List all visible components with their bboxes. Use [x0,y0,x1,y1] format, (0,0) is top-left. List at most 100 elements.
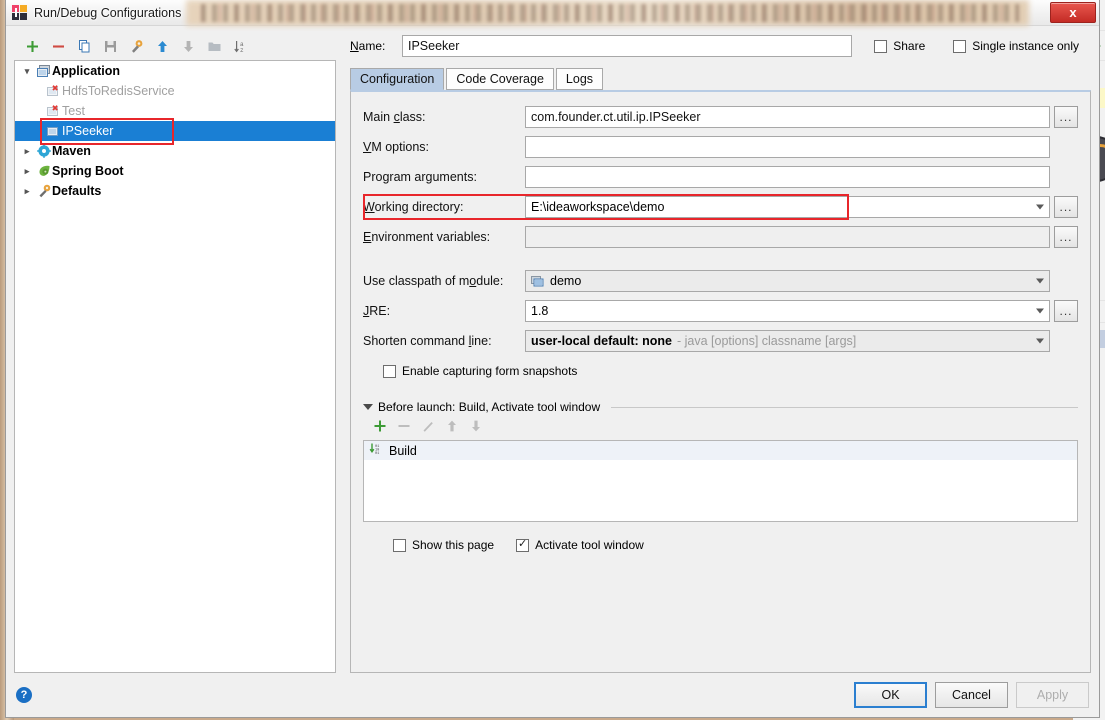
sort-configurations-button[interactable]: a z [228,35,252,57]
move-down-button[interactable] [176,35,200,57]
add-configuration-button[interactable] [20,35,44,57]
name-row: Name: IPSeeker Share Single instance onl… [350,32,1091,60]
program-arguments-input[interactable] [525,166,1050,188]
tree-node-label: Spring Boot [52,164,124,178]
dialog-footer: ? OK Cancel Apply [6,673,1099,717]
jre-value: 1.8 [531,304,549,318]
remove-configuration-button[interactable] [46,35,70,57]
vm-options-input[interactable] [525,136,1050,158]
move-up-button[interactable] [150,35,174,57]
before-launch-task-item[interactable]: 01 10 01 Build [364,441,1077,460]
dialog-title-bar: Run/Debug Configurations x [6,0,1099,26]
activate-tool-window-checkbox[interactable]: Activate tool window [516,538,644,552]
shorten-command-line-combo[interactable]: user-local default: none - java [options… [525,330,1050,352]
copy-configuration-button[interactable] [72,35,96,57]
svg-text:z: z [240,47,244,54]
tree-node-test[interactable]: Test [15,101,335,121]
show-this-page-box[interactable] [393,538,406,552]
expand-icon[interactable]: ▸ [19,146,35,157]
working-directory-input[interactable]: E:\ideaworkspace\demo [525,196,1050,218]
collapse-icon[interactable]: ▾ [19,66,35,77]
environment-variables-browse-button[interactable]: ... [1054,226,1078,248]
tab-configuration[interactable]: Configuration [350,68,445,90]
share-checkbox[interactable]: Share [874,39,925,53]
enable-capturing-form-snapshots-box[interactable] [383,364,396,378]
ok-button[interactable]: OK [854,682,927,708]
show-this-page-checkbox[interactable]: Show this page [393,538,494,552]
run-debug-configurations-dialog: Run/Debug Configurations x a z ▾ Applica… [5,0,1100,718]
tab-logs[interactable]: Logs [555,68,604,90]
svg-text:01: 01 [375,452,379,455]
working-directory-browse-button[interactable]: ... [1054,196,1078,218]
module-icon [531,275,544,287]
before-launch-header: Before launch: Build, Activate tool wind… [363,400,1078,414]
main-class-browse-button[interactable]: ... [1054,106,1078,128]
new-folder-button[interactable] [202,35,226,57]
tree-node-label: HdfsToRedisService [62,84,175,98]
cancel-button[interactable]: Cancel [935,682,1008,708]
tree-node-application[interactable]: ▾ Application [15,61,335,81]
program-arguments-row: Program arguments: [363,162,1078,192]
name-input[interactable]: IPSeeker [402,35,852,57]
main-class-input[interactable]: com.founder.ct.util.ip.IPSeeker [525,106,1050,128]
before-launch-title: Before launch: Build, Activate tool wind… [378,400,601,414]
enable-capturing-form-snapshots-checkbox[interactable]: Enable capturing form snapshots [383,364,577,378]
single-instance-checkbox-box[interactable] [953,39,967,53]
before-launch-task-label: Build [389,443,417,458]
expand-icon[interactable]: ▸ [19,166,35,177]
chevron-down-icon[interactable] [1036,204,1044,210]
move-task-down-button[interactable] [469,419,483,436]
edit-templates-button[interactable] [124,35,148,57]
tab-code-coverage[interactable]: Code Coverage [446,68,554,90]
share-checkbox-box[interactable] [874,39,888,53]
save-configuration-button[interactable] [98,35,122,57]
tree-node-ipseeker[interactable]: IPSeeker [15,121,335,141]
jre-combo[interactable]: 1.8 [525,300,1050,322]
jre-row: JRE: 1.8 ... [363,296,1078,326]
shorten-command-line-hint: - java [options] classname [args] [677,334,857,348]
before-launch-options: Show this page Activate tool window [363,530,1078,560]
show-this-page-label: Show this page [412,538,495,552]
config-error-icon [45,104,62,118]
before-launch-section: Before launch: Build, Activate tool wind… [363,400,1078,560]
environment-variables-row: Environment variables: ... [363,222,1078,252]
tree-node-label: Application [52,64,121,78]
add-task-button[interactable] [373,419,387,436]
defaults-wrench-icon [35,184,52,198]
close-window-button[interactable]: x [1050,2,1096,23]
configurations-pane: a z ▾ Application HdfsToRedisService Tes… [14,32,336,673]
shorten-command-line-value: user-local default: none [531,334,672,348]
apply-button: Apply [1016,682,1089,708]
build-icon: 01 10 01 [369,443,383,458]
separator [611,406,1078,408]
use-classpath-of-module-row: Use classpath of module: demo [363,266,1078,296]
dialog-body: a z ▾ Application HdfsToRedisService Tes… [6,26,1099,673]
configurations-toolbar: a z [14,32,336,60]
chevron-down-icon[interactable] [1036,338,1044,344]
configurations-tree[interactable]: ▾ Application HdfsToRedisService Test IP… [14,60,336,673]
expand-icon[interactable]: ▸ [19,186,35,197]
chevron-down-icon[interactable] [1036,308,1044,314]
program-arguments-label: Program arguments: [363,170,477,184]
collapse-icon[interactable] [363,404,373,410]
maven-icon [35,144,52,158]
use-classpath-of-module-value: demo [550,274,582,288]
environment-variables-input[interactable] [525,226,1050,248]
use-classpath-of-module-combo[interactable]: demo [525,270,1050,292]
tree-node-spring-boot[interactable]: ▸ Spring Boot [15,161,335,181]
shorten-command-line-row: Shorten command line: user-local default… [363,326,1078,356]
remove-task-button[interactable] [397,419,411,436]
tree-node-hdfstoredisservice[interactable]: HdfsToRedisService [15,81,335,101]
intellij-idea-logo-icon [12,5,27,20]
edit-task-button[interactable] [421,419,435,436]
jre-browse-button[interactable]: ... [1054,300,1078,322]
single-instance-checkbox[interactable]: Single instance only [953,39,1079,53]
move-task-up-button[interactable] [445,419,459,436]
activate-tool-window-box[interactable] [516,538,530,552]
chevron-down-icon[interactable] [1036,278,1044,284]
dialog-title: Run/Debug Configurations [34,5,182,20]
help-button[interactable]: ? [16,687,32,703]
tree-node-maven[interactable]: ▸ Maven [15,141,335,161]
tree-node-defaults[interactable]: ▸ Defaults [15,181,335,201]
before-launch-task-list[interactable]: 01 10 01 Build [363,440,1078,522]
